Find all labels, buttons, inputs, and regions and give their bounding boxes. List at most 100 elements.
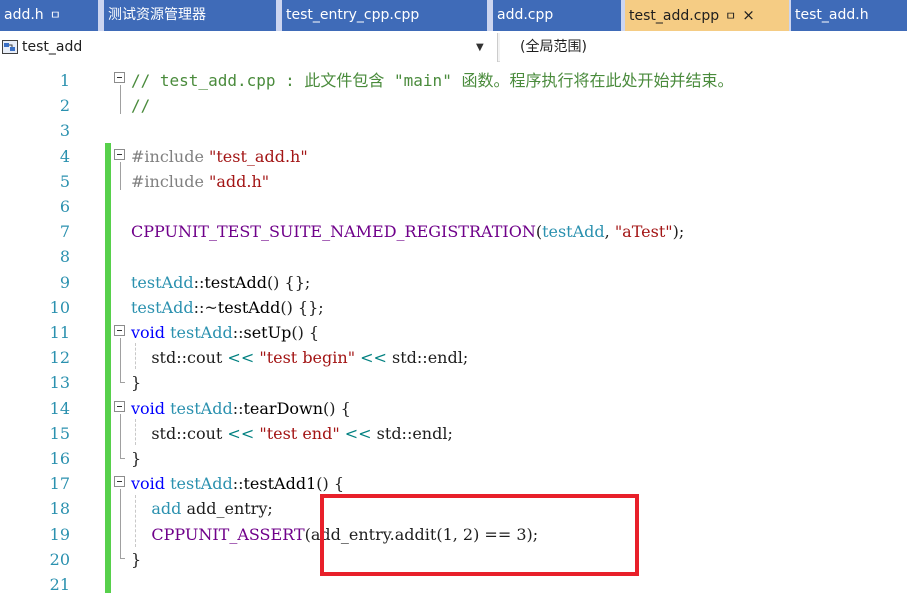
- tab-add-cpp[interactable]: add.cpp: [493, 0, 621, 31]
- code-token: ::: [232, 398, 244, 418]
- code-token: CPPUNIT_TEST_SUITE_NAMED_REGISTRATION: [131, 222, 536, 242]
- fold-guide-end: [120, 458, 125, 459]
- code-token: ::: [232, 323, 244, 342]
- code-token: void: [131, 474, 171, 494]
- collapse-toggle-icon[interactable]: [114, 476, 125, 487]
- tab-label: test_add.h: [795, 7, 869, 23]
- change-tracking-bar: [105, 143, 111, 593]
- pin-icon[interactable]: ㅁ: [50, 0, 61, 31]
- chevron-down-icon[interactable]: ▼: [476, 33, 484, 63]
- code-line[interactable]: void testAdd::tearDown() {: [131, 396, 351, 421]
- code-token: std: [131, 423, 177, 443]
- code-token: void: [131, 323, 171, 342]
- fold-guide: [120, 414, 121, 458]
- code-token: #include: [131, 146, 210, 166]
- code-line[interactable]: std::cout << "test begin" << std::endl;: [131, 345, 468, 370]
- code-token: testAdd: [542, 222, 605, 242]
- collapse-toggle-icon[interactable]: [114, 72, 125, 83]
- code-token: void: [131, 398, 171, 418]
- code-line[interactable]: // test_add.cpp : 此文件包含 "main" 函数。程序执行将在…: [131, 68, 733, 93]
- fold-guide-end: [120, 558, 125, 559]
- tab-test-entry-cpp[interactable]: test_entry_cpp.cpp: [282, 0, 487, 31]
- project-label: test_add: [22, 39, 83, 55]
- tab-label: 测试资源管理器: [108, 7, 206, 23]
- line-number: 14: [49, 398, 70, 418]
- project-dropdown[interactable]: test_add ▼: [0, 33, 498, 62]
- line-number: 13: [49, 373, 70, 393]
- code-token: <<: [222, 348, 260, 368]
- line-number: 6: [59, 197, 70, 216]
- fold-guide-end: [120, 382, 125, 383]
- code-token: testAdd: [170, 323, 233, 342]
- code-line[interactable]: }: [131, 547, 141, 572]
- code-line[interactable]: }: [131, 370, 141, 395]
- fold-guide: [120, 162, 121, 190]
- code-token: ::~: [193, 297, 218, 317]
- document-tab-bar: add.h ㅁ 测试资源管理器 test_entry_cpp.cpp add.cp…: [0, 0, 907, 31]
- code-token: cout: [187, 423, 223, 443]
- code-token: testAdd: [204, 272, 267, 292]
- close-icon[interactable]: ×: [742, 0, 755, 31]
- code-editor[interactable]: 1 2 3 4 5 6 7 8 9 10 11 12 13 14 15 16 17 18 19 20 21 // tes…: [0, 65, 907, 593]
- code-line[interactable]: testAdd::~testAdd() {};: [131, 295, 324, 320]
- line-number: 1: [59, 71, 70, 90]
- code-token: testAdd: [170, 398, 233, 418]
- code-token: testAdd: [217, 297, 281, 317]
- code-token: "add.h": [209, 171, 270, 191]
- code-token: () {};: [280, 297, 324, 317]
- code-token: () {: [323, 398, 351, 418]
- code-token: testAdd: [131, 297, 194, 317]
- line-number-gutter: 1 2 3 4 5 6 7 8 9 10 11 12 13 14 15 16 17 18 19 20 21: [0, 65, 100, 593]
- code-token: std: [131, 348, 177, 368]
- code-token: //: [131, 96, 151, 116]
- code-token: "test end": [259, 423, 340, 443]
- tab-label: test_entry_cpp.cpp: [286, 7, 420, 23]
- code-line[interactable]: #include "test_add.h": [131, 144, 308, 169]
- code-token: () {: [291, 323, 320, 342]
- code-token: }: [131, 449, 142, 468]
- code-line[interactable]: void testAdd::setUp() {: [131, 320, 319, 345]
- code-line[interactable]: //: [131, 93, 150, 118]
- code-token: CPPUNIT_ASSERT: [131, 524, 305, 544]
- line-number: 10: [49, 297, 70, 317]
- scope-label: (全局范围): [520, 39, 587, 55]
- tab-test-add-h[interactable]: test_add.h: [791, 0, 907, 31]
- tab-label: add.h: [4, 7, 44, 23]
- tab-label: add.cpp: [497, 7, 554, 23]
- code-token: add_entry;: [186, 499, 273, 519]
- line-number: 18: [49, 499, 70, 519]
- collapse-toggle-icon[interactable]: [114, 149, 125, 160]
- line-number: 15: [49, 423, 70, 443]
- fold-guide: [120, 338, 121, 382]
- code-line[interactable]: #include "add.h": [131, 169, 269, 194]
- scope-dropdown[interactable]: (全局范围): [500, 33, 907, 62]
- code-token: // test_add.cpp : 此文件包含 "main" 函数。程序执行将在…: [131, 71, 734, 90]
- code-token: std::endl;: [392, 348, 469, 368]
- code-line[interactable]: void testAdd::testAdd1() {: [131, 471, 344, 496]
- code-token: setUp: [243, 323, 292, 342]
- tab-test-explorer[interactable]: 测试资源管理器: [104, 0, 276, 31]
- code-token: <<: [222, 423, 260, 443]
- code-line[interactable]: std::cout << "test end" << std::endl;: [131, 421, 453, 446]
- tab-add-h[interactable]: add.h ㅁ: [0, 0, 98, 31]
- navigation-bar: test_add ▼ (全局范围): [0, 33, 907, 62]
- code-token: testAdd: [131, 272, 194, 292]
- line-number: 2: [59, 96, 70, 116]
- tab-test-add-cpp[interactable]: test_add.cpp ㅁ ×: [625, 0, 789, 31]
- collapse-toggle-icon[interactable]: [114, 401, 125, 412]
- line-number: 21: [49, 575, 70, 593]
- code-token: ,: [604, 222, 615, 242]
- code-token: #include: [131, 171, 210, 191]
- code-token: ::: [176, 348, 188, 368]
- code-token: testAdd1: [243, 474, 317, 494]
- code-line[interactable]: add add_entry;: [131, 496, 273, 521]
- line-number: 9: [59, 272, 70, 292]
- code-line[interactable]: }: [131, 446, 141, 471]
- code-line[interactable]: testAdd::testAdd() {};: [131, 270, 310, 295]
- collapse-toggle-icon[interactable]: [114, 325, 125, 336]
- code-line[interactable]: CPPUNIT_TEST_SUITE_NAMED_REGISTRATION(te…: [131, 219, 684, 244]
- pin-icon[interactable]: ㅁ: [725, 1, 736, 31]
- line-number: 7: [59, 222, 70, 242]
- code-token: ::: [176, 423, 188, 443]
- code-token: testAdd: [170, 474, 233, 494]
